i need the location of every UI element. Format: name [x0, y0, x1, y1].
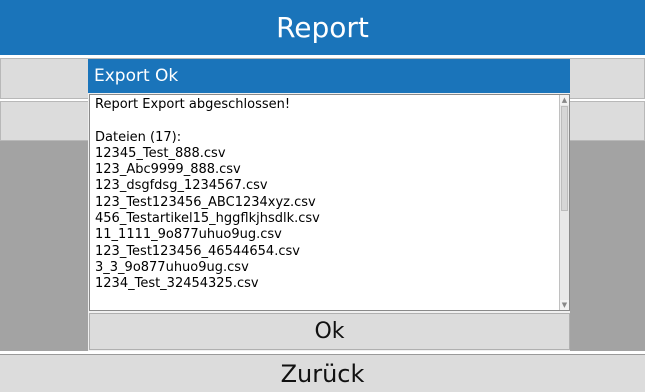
message-text: Report Export abgeschlossen! Dateien (17)…: [95, 97, 555, 293]
scrollbar-thumb[interactable]: [561, 106, 568, 211]
message-line: 123_Abc9999_888.csv: [95, 162, 241, 178]
message-line: 1234_Test_32454325.csv: [95, 276, 259, 292]
scroll-up-arrow-icon[interactable]: ▲: [560, 95, 569, 105]
message-line: 123_Test123456_ABC1234xyz.csv: [95, 194, 316, 210]
back-button[interactable]: Zurück: [0, 354, 645, 392]
window-title: Report: [0, 0, 645, 55]
message-line: 3_3_9o877uhuo9ug.csv: [95, 259, 249, 275]
vertical-scrollbar[interactable]: ▲ ▼: [559, 95, 569, 310]
scroll-down-arrow-icon[interactable]: ▼: [560, 300, 569, 310]
message-line: [95, 113, 555, 129]
message-line: 123_dsgfdsg_1234567.csv: [95, 178, 268, 194]
dialog-title: Export Ok: [88, 59, 570, 93]
message-line: 11_1111_9o877uhuo9ug.csv: [95, 227, 282, 243]
ok-button[interactable]: Ok: [89, 313, 570, 350]
export-dialog: Export Ok Report Export abgeschlossen! Da…: [88, 59, 570, 351]
message-textbox[interactable]: Report Export abgeschlossen! Dateien (17)…: [89, 94, 570, 311]
message-line: 123_Test123456_46544654.csv: [95, 243, 300, 259]
message-line: 456_Testartikel15_hggflkjhsdlk.csv: [95, 211, 320, 227]
message-line: 12345_Test_888.csv: [95, 145, 226, 161]
message-line: Dateien (17):: [95, 129, 182, 145]
message-line: Report Export abgeschlossen!: [95, 97, 291, 112]
